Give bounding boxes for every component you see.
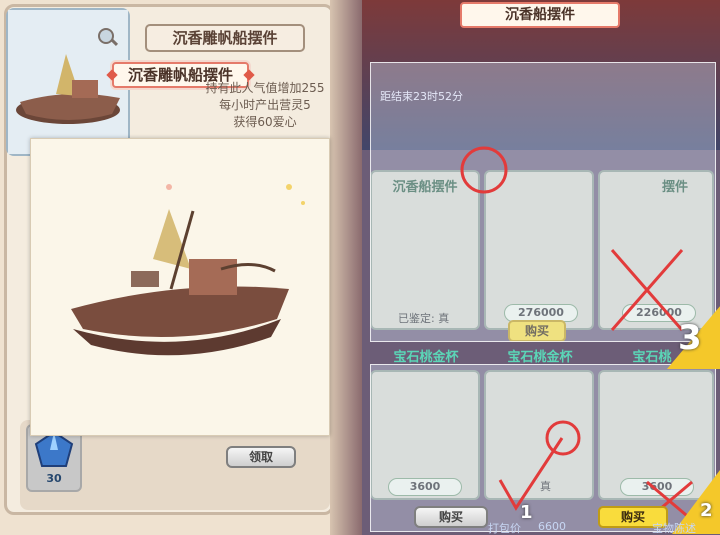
boat-artwork [31,139,329,435]
bottom-card-3-badge: 2 [700,500,713,521]
claim-button[interactable]: 领取 [226,446,296,468]
footer-price: 6600 [538,520,566,533]
bottom-buy-button-1[interactable]: 购买 [414,506,488,528]
item-detail-panel: 沉香雕帆船摆件 沉香雕帆船摆件 持有此人气值增加255 每小时产出营灵5 获得6… [0,0,362,535]
market-screen: 沉香船摆件 距结束23时52分 沉香船摆件 已鉴定: 真 276000 摆件 2… [362,0,720,535]
item-description: 持有此人气值增加255 每小时产出营灵5 获得60爱心 [190,80,340,131]
overlay-number: 3 [678,318,702,358]
desc-line-1: 持有此人气值增加255 [205,81,325,95]
gem-count: 30 [46,472,62,485]
item-header-title: 沉香雕帆船摆件 [145,24,305,52]
desc-line-3: 获得60爱心 [233,115,297,129]
item-preview-popup [30,138,330,436]
annotation-layer [460,146,693,522]
footer-right-text: 宝物陈述 [652,522,696,535]
bottom-card-1-badge: 1 [520,502,533,523]
desc-line-2: 每小时产出营灵5 [219,98,311,112]
footer-left-text: 打包价 [488,522,521,535]
magnifier-icon[interactable] [98,28,114,44]
